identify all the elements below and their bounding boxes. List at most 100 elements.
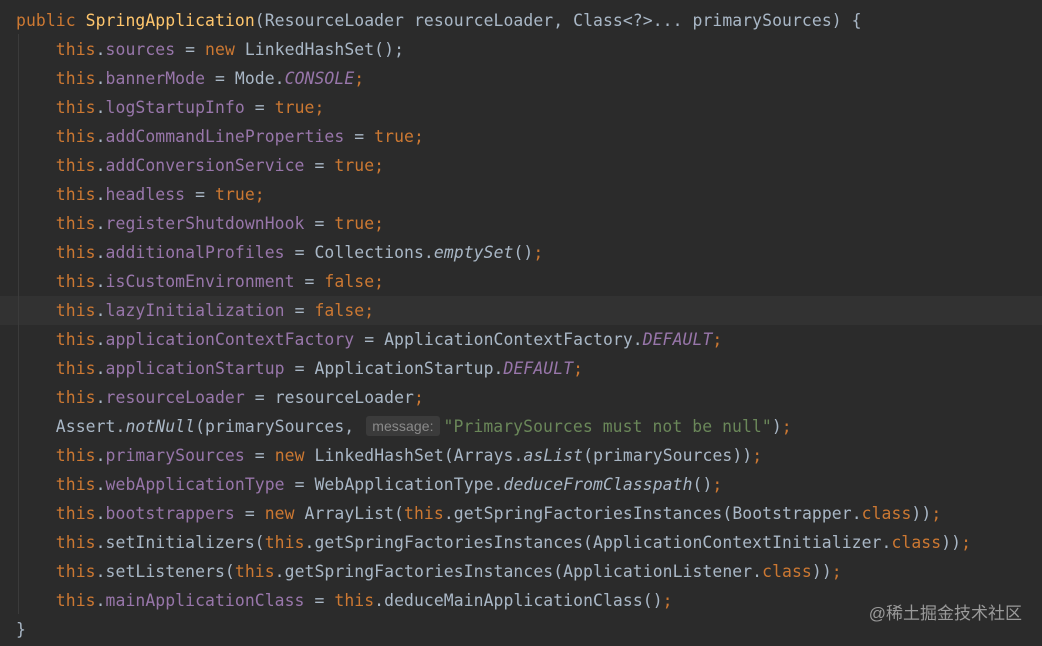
token-literal: true xyxy=(274,98,315,117)
token-constant: DEFAULT xyxy=(642,330,713,349)
token-class: LinkedHashSet(Arrays. xyxy=(314,446,524,465)
code-line[interactable]: this.setInitializers(this.getSpringFacto… xyxy=(16,528,971,557)
code-line-constructor[interactable]: public SpringApplication(ResourceLoader … xyxy=(16,6,862,35)
token-field: sources xyxy=(105,40,176,59)
token-keyword: class xyxy=(861,504,912,523)
token-this: this xyxy=(55,127,96,146)
code-line-current[interactable]: this.lazyInitialization = false; xyxy=(16,296,374,325)
code-line[interactable]: this.setListeners(this.getSpringFactorie… xyxy=(16,557,842,586)
token-field: additionalProfiles xyxy=(105,243,285,262)
token-method-name: SpringApplication xyxy=(85,11,255,30)
token-keyword: public xyxy=(16,11,76,30)
token-call: .getSpringFactoriesInstances(Bootstrappe… xyxy=(443,504,862,523)
token-call: )) xyxy=(941,533,962,552)
token-call: )) xyxy=(911,504,932,523)
code-line[interactable]: this.applicationStartup = ApplicationSta… xyxy=(16,354,583,383)
token-field: lazyInitialization xyxy=(105,301,285,320)
token-field: primarySources xyxy=(105,446,245,465)
token-keyword: new xyxy=(205,40,235,59)
token-this: this xyxy=(55,330,96,349)
token-args: (primarySources, xyxy=(195,417,355,436)
token-call: () xyxy=(513,243,534,262)
token-call: .getSpringFactoriesInstances(Application… xyxy=(304,533,892,552)
token-this: this xyxy=(55,156,96,175)
token-constant: CONSOLE xyxy=(284,69,355,88)
token-call: ) xyxy=(771,417,782,436)
code-line[interactable]: this.webApplicationType = WebApplication… xyxy=(16,470,722,499)
token-literal: true xyxy=(374,127,414,146)
token-field: addConversionService xyxy=(105,156,305,175)
token-brace: } xyxy=(16,620,26,639)
code-line[interactable]: this.additionalProfiles = Collections.em… xyxy=(16,238,543,267)
token-field: logStartupInfo xyxy=(105,98,245,117)
token-this: this xyxy=(55,185,96,204)
token-this: this xyxy=(55,533,96,552)
token-field: bootstrappers xyxy=(105,504,235,523)
code-line[interactable]: this.primarySources = new LinkedHashSet(… xyxy=(16,441,762,470)
token-method: setListeners( xyxy=(105,562,235,581)
code-line[interactable]: this.logStartupInfo = true; xyxy=(16,93,325,122)
token-class: WebApplicationType. xyxy=(314,475,504,494)
token-field: addCommandLineProperties xyxy=(105,127,345,146)
token-field: mainApplicationClass xyxy=(105,591,305,610)
watermark: @稀土掘金技术社区 xyxy=(868,604,1022,623)
token-keyword: new xyxy=(264,504,295,523)
token-this: this xyxy=(55,388,96,407)
code-line[interactable]: this.addCommandLineProperties = true; xyxy=(16,122,424,151)
code-line[interactable]: this.mainApplicationClass = this.deduceM… xyxy=(16,586,673,615)
token-this: this xyxy=(55,214,96,233)
token-this: this xyxy=(234,562,275,581)
token-static-method: asList xyxy=(523,446,584,465)
code-line[interactable]: this.registerShutdownHook = true; xyxy=(16,209,384,238)
token-keyword: new xyxy=(274,446,305,465)
token-field: applicationStartup xyxy=(105,359,285,378)
code-line[interactable]: this.addConversionService = true; xyxy=(16,151,384,180)
token-this: this xyxy=(404,504,444,523)
code-line[interactable]: this.applicationContextFactory = Applica… xyxy=(16,325,722,354)
token-literal: false xyxy=(324,272,375,291)
code-line[interactable]: this.bannerMode = Mode.CONSOLE; xyxy=(16,64,364,93)
code-line[interactable]: this.bootstrappers = new ArrayList(this.… xyxy=(16,499,941,528)
token-static-method: notNull xyxy=(125,417,196,436)
code-line[interactable]: this.isCustomEnvironment = false; xyxy=(16,267,384,296)
code-line[interactable]: this.resourceLoader = resourceLoader; xyxy=(16,383,424,412)
token-static-method: deduceFromClasspath xyxy=(503,475,693,494)
token-field: bannerMode xyxy=(105,69,206,88)
token-constant: DEFAULT xyxy=(503,359,574,378)
token-field: webApplicationType xyxy=(105,475,285,494)
code-line[interactable]: this.headless = true; xyxy=(16,180,265,209)
token-this: this xyxy=(264,533,305,552)
token-class: ApplicationStartup. xyxy=(314,359,504,378)
token-this: this xyxy=(55,591,96,610)
token-method: setInitializers( xyxy=(105,533,265,552)
token-call: .getSpringFactoriesInstances(Application… xyxy=(274,562,763,581)
token-class: Assert. xyxy=(55,417,126,436)
token-field: isCustomEnvironment xyxy=(105,272,295,291)
token-literal: true xyxy=(334,214,375,233)
token-literal: true xyxy=(334,156,375,175)
token-call: () xyxy=(692,475,713,494)
token-call: (primarySources)) xyxy=(583,446,753,465)
code-line[interactable]: this.sources = new LinkedHashSet(); xyxy=(16,35,404,64)
code-editor[interactable]: public SpringApplication(ResourceLoader … xyxy=(0,0,1042,646)
token-this: this xyxy=(55,475,96,494)
token-class: ApplicationContextFactory. xyxy=(384,330,643,349)
token-static-method: emptySet xyxy=(433,243,514,262)
token-field: applicationContextFactory xyxy=(105,330,355,349)
token-this: this xyxy=(55,98,96,117)
token-this: this xyxy=(55,69,96,88)
token-keyword: class xyxy=(762,562,812,581)
token-literal: true xyxy=(215,185,255,204)
token-expr: LinkedHashSet(); xyxy=(244,40,405,59)
token-string: "PrimarySources must not be null" xyxy=(443,417,772,436)
token-class: Collections. xyxy=(314,243,434,262)
code-line[interactable]: Assert.notNull(primarySources, message: "… xyxy=(16,412,792,441)
token-this: this xyxy=(55,359,96,378)
token-field: registerShutdownHook xyxy=(105,214,305,233)
token-this: this xyxy=(55,504,96,523)
token-expr: resourceLoader xyxy=(274,388,414,407)
token-this: this xyxy=(55,301,96,320)
code-line-closing-brace[interactable]: } xyxy=(16,615,26,644)
token-field: resourceLoader xyxy=(105,388,245,407)
token-keyword: class xyxy=(891,533,942,552)
